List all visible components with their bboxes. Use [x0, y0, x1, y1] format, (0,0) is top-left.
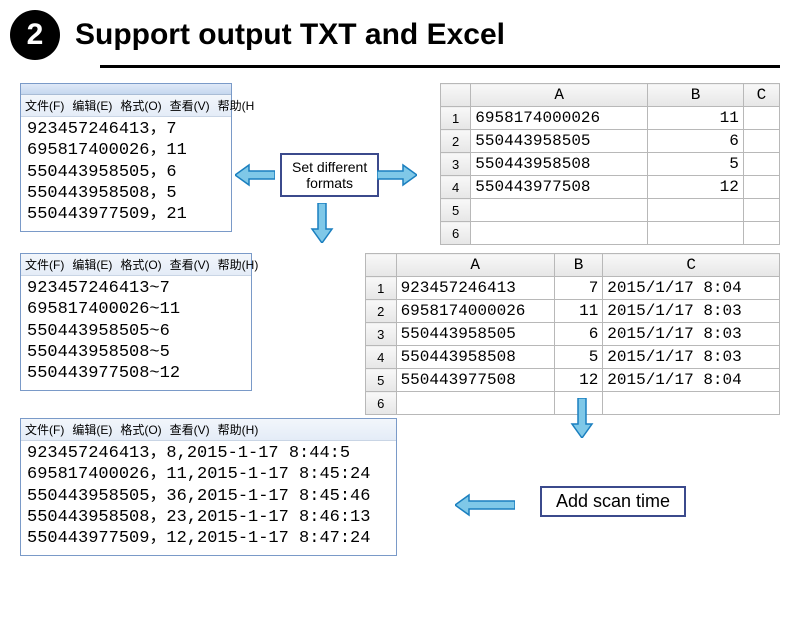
- menu-edit[interactable]: 编辑(E): [72, 423, 112, 437]
- notepad-body: 923457246413~7695817400026~1155044395850…: [21, 276, 251, 390]
- cell[interactable]: 2015/1/17 8:03: [603, 346, 780, 369]
- cell[interactable]: 12: [554, 369, 602, 392]
- cell[interactable]: 6958174000026: [471, 107, 648, 130]
- menu-format[interactable]: 格式(O): [120, 423, 161, 437]
- cell[interactable]: [648, 199, 744, 222]
- menu-edit[interactable]: 编辑(E): [72, 258, 112, 272]
- cell[interactable]: 2015/1/17 8:03: [603, 323, 780, 346]
- menubar: 文件(F) 编辑(E) 格式(O) 查看(V) 帮助(H): [21, 419, 396, 441]
- cell[interactable]: [743, 153, 779, 176]
- notepad-body: 923457246413，7695817400026，1155044395850…: [21, 117, 231, 231]
- cell[interactable]: 6: [648, 130, 744, 153]
- notepad-window-1: 文件(F)编辑(E)格式(O)查看(V)帮助(H 923457246413，76…: [20, 83, 232, 232]
- menu-help[interactable]: 帮助(H): [218, 258, 259, 272]
- cell[interactable]: [743, 130, 779, 153]
- notepad-window-2: 文件(F)编辑(E)格式(O)查看(V)帮助(H) 923457246413~7…: [20, 253, 252, 391]
- menu-help[interactable]: 帮助(H: [218, 99, 255, 113]
- arrow-down-icon: [570, 398, 594, 438]
- cell[interactable]: [471, 222, 648, 245]
- menu-view[interactable]: 查看(V): [170, 423, 210, 437]
- cell[interactable]: 550443977508: [396, 369, 554, 392]
- menu-view[interactable]: 查看(V): [170, 258, 210, 272]
- cell[interactable]: [648, 222, 744, 245]
- menu-edit[interactable]: 编辑(E): [72, 99, 112, 113]
- cell[interactable]: [471, 199, 648, 222]
- notepad-body: 923457246413，8,2015-1-17 8:44:5695817400…: [21, 441, 396, 555]
- arrow-left-icon: [235, 163, 275, 187]
- menubar: 文件(F)编辑(E)格式(O)查看(V)帮助(H): [21, 254, 251, 276]
- cell[interactable]: 550443958508: [471, 153, 648, 176]
- menu-help[interactable]: 帮助(H): [218, 423, 259, 437]
- cell[interactable]: 923457246413: [396, 277, 554, 300]
- menu-view[interactable]: 查看(V): [170, 99, 210, 113]
- cell[interactable]: 5: [648, 153, 744, 176]
- cell[interactable]: [743, 199, 779, 222]
- titlebar: [21, 84, 231, 95]
- cell[interactable]: 12: [648, 176, 744, 199]
- menu-file[interactable]: 文件(F): [25, 99, 64, 113]
- cell[interactable]: 550443958505: [396, 323, 554, 346]
- col-header-a: A: [396, 254, 554, 277]
- arrow-right-icon: [377, 163, 417, 187]
- cell[interactable]: 2015/1/17 8:03: [603, 300, 780, 323]
- callout-add-scan-time: Add scan time: [540, 486, 686, 517]
- menubar: 文件(F)编辑(E)格式(O)查看(V)帮助(H: [21, 95, 231, 117]
- cell[interactable]: [743, 107, 779, 130]
- menu-format[interactable]: 格式(O): [120, 99, 161, 113]
- excel-table-1: A B C 1695817400002611 25504439585056 35…: [440, 83, 780, 245]
- cell[interactable]: 2015/1/17 8:04: [603, 369, 780, 392]
- cell[interactable]: [603, 392, 780, 415]
- cell[interactable]: [743, 222, 779, 245]
- col-header-b: B: [554, 254, 602, 277]
- title-divider: [100, 65, 780, 68]
- col-header-b: B: [648, 84, 744, 107]
- cell[interactable]: 550443958505: [471, 130, 648, 153]
- cell[interactable]: 5: [554, 346, 602, 369]
- cell[interactable]: 550443958508: [396, 346, 554, 369]
- arrow-left-icon: [455, 493, 515, 517]
- col-corner: [441, 84, 471, 107]
- page-title: Support output TXT and Excel: [75, 18, 505, 52]
- cell[interactable]: [396, 392, 554, 415]
- col-header-a: A: [471, 84, 648, 107]
- menu-file[interactable]: 文件(F): [25, 423, 64, 437]
- cell[interactable]: 2015/1/17 8:04: [603, 277, 780, 300]
- cell[interactable]: 550443977508: [471, 176, 648, 199]
- menu-format[interactable]: 格式(O): [120, 258, 161, 272]
- callout-set-formats: Set different formats: [280, 153, 379, 197]
- menu-file[interactable]: 文件(F): [25, 258, 64, 272]
- notepad-window-3: 文件(F) 编辑(E) 格式(O) 查看(V) 帮助(H) 923457246413，8…: [20, 418, 397, 556]
- col-header-c: C: [743, 84, 779, 107]
- cell[interactable]: [743, 176, 779, 199]
- step-number-badge: 2: [10, 10, 60, 60]
- arrow-down-icon: [310, 203, 334, 243]
- cell[interactable]: 7: [554, 277, 602, 300]
- col-header-c: C: [603, 254, 780, 277]
- cell[interactable]: 11: [554, 300, 602, 323]
- cell[interactable]: 6: [554, 323, 602, 346]
- col-corner: [366, 254, 397, 277]
- excel-table-2: A B C 192345724641372015/1/17 8:04 26958…: [365, 253, 780, 415]
- cell[interactable]: 11: [648, 107, 744, 130]
- cell[interactable]: 6958174000026: [396, 300, 554, 323]
